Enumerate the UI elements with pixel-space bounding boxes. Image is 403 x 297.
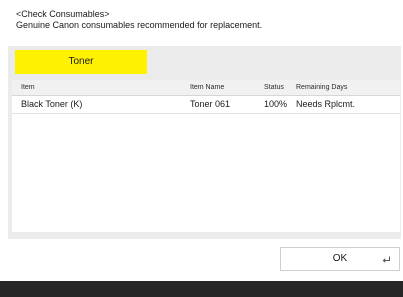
row-item: Black Toner (K) — [21, 99, 83, 109]
enter-icon — [382, 256, 390, 263]
column-header-item: Item — [21, 84, 35, 91]
row-status: 100% — [264, 99, 288, 109]
row-remaining-days: Needs Rplcmt. — [296, 99, 356, 109]
consumables-panel: Toner Item Item Name Status Remaining Da… — [8, 46, 401, 239]
row-item-name: Toner 061 — [190, 99, 231, 109]
table-header: Item Item Name Status Remaining Days — [12, 80, 400, 96]
column-header-remaining-days: Remaining Days — [296, 84, 348, 91]
column-header-item-name: Item Name — [190, 84, 225, 91]
page-title: <Check Consumables> — [16, 9, 110, 19]
consumables-table: Item Item Name Status Remaining Days Bla… — [12, 80, 400, 232]
table-row[interactable]: Black Toner (K) Toner 061 100% Needs Rpl… — [12, 96, 400, 114]
page-subtitle: Genuine Canon consumables recommended fo… — [16, 20, 263, 30]
tab-toner[interactable]: Toner — [15, 50, 147, 74]
column-header-status: Status — [264, 84, 284, 91]
footer-bar — [0, 281, 403, 297]
ok-button[interactable]: OK — [280, 247, 400, 271]
dialog-header: <Check Consumables> Genuine Canon consum… — [16, 9, 262, 31]
